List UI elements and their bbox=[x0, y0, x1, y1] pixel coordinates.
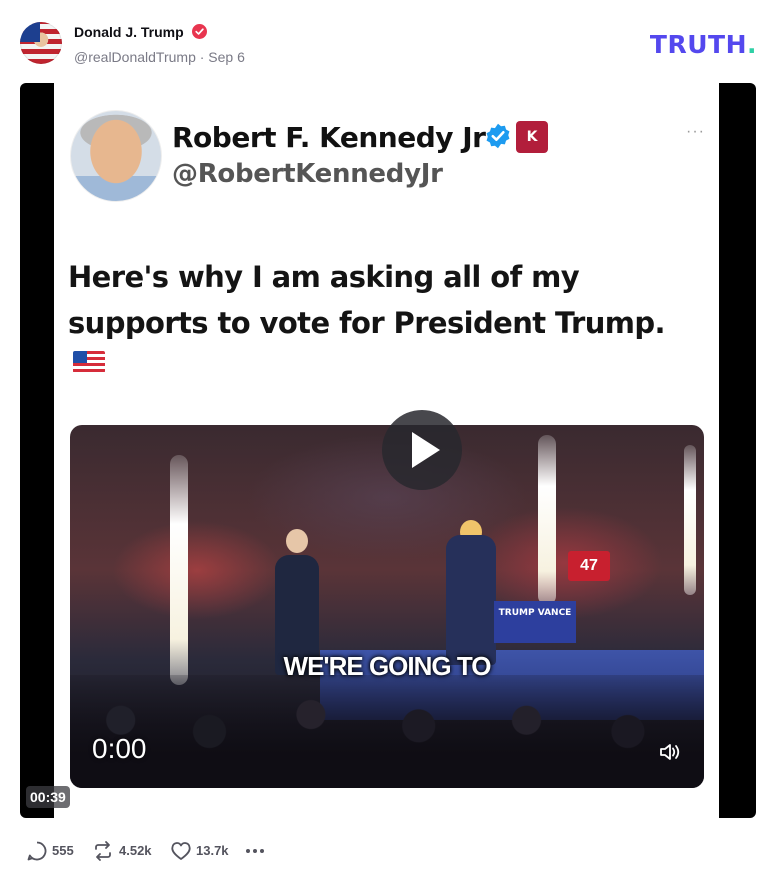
video-caption: WE'RE GOING TO bbox=[283, 651, 492, 681]
speaker-head bbox=[286, 529, 308, 553]
us-flag-icon bbox=[73, 351, 105, 373]
inner-video-scene: TRUMP VANCE 47 WE'RE GOING TO 0:00 bbox=[70, 425, 704, 788]
firework-spark bbox=[684, 445, 696, 595]
crowd-sign: 47 bbox=[568, 551, 610, 581]
author-name[interactable]: Donald J. Trump bbox=[74, 24, 184, 40]
tweet-affiliation-badge: K bbox=[516, 121, 548, 153]
more-icon bbox=[246, 849, 264, 853]
tweet-author-name: Robert F. Kennedy Jr bbox=[172, 121, 486, 154]
more-options-button[interactable] bbox=[244, 840, 266, 862]
like-count: 13.7k bbox=[196, 843, 229, 858]
tweet-avatar bbox=[70, 110, 162, 202]
truth-logo-dot: . bbox=[747, 30, 757, 59]
tweet-author-handle: @RobertKennedyJr bbox=[172, 159, 443, 189]
reply-icon bbox=[27, 841, 47, 861]
tweet-verified-icon bbox=[486, 123, 510, 149]
reply-count: 555 bbox=[52, 843, 74, 858]
truth-logo-text: TRUTH bbox=[649, 30, 747, 59]
like-button[interactable]: 13.7k bbox=[170, 840, 240, 862]
heart-icon bbox=[171, 842, 191, 860]
play-button[interactable] bbox=[382, 410, 462, 490]
post-header: Donald J. Trump @realDonaldTrump · Sep 6… bbox=[20, 20, 757, 66]
crowd bbox=[70, 675, 704, 788]
tweet-text: Here's why I am asking all of my support… bbox=[68, 254, 708, 346]
volume-icon bbox=[660, 744, 680, 760]
inner-video-time: 0:00 bbox=[92, 733, 147, 764]
speaker-figure bbox=[446, 535, 496, 665]
tweet-more-icon: ··· bbox=[686, 123, 705, 140]
retruth-icon bbox=[95, 841, 111, 861]
retruth-button[interactable]: 4.52k bbox=[92, 840, 162, 862]
author-avatar[interactable] bbox=[20, 22, 62, 64]
podium-sign: TRUMP VANCE bbox=[494, 601, 576, 643]
author-info: Donald J. Trump @realDonaldTrump · Sep 6 bbox=[74, 23, 245, 65]
retruth-count: 4.52k bbox=[119, 843, 152, 858]
firework-spark bbox=[538, 435, 556, 605]
verified-badge-icon bbox=[192, 24, 208, 40]
video-duration: 00:39 bbox=[26, 786, 70, 808]
video-player[interactable]: Robert F. Kennedy Jr K ··· @RobertKenned… bbox=[20, 83, 756, 818]
tweet-text-line-2: supports to vote for President Trump. bbox=[68, 306, 666, 340]
truth-logo[interactable]: TRUTH. bbox=[650, 30, 757, 59]
tweet-text-line-1: Here's why I am asking all of my bbox=[68, 260, 580, 294]
author-handle-date[interactable]: @realDonaldTrump · Sep 6 bbox=[74, 49, 245, 65]
reply-button[interactable]: 555 bbox=[26, 840, 86, 862]
